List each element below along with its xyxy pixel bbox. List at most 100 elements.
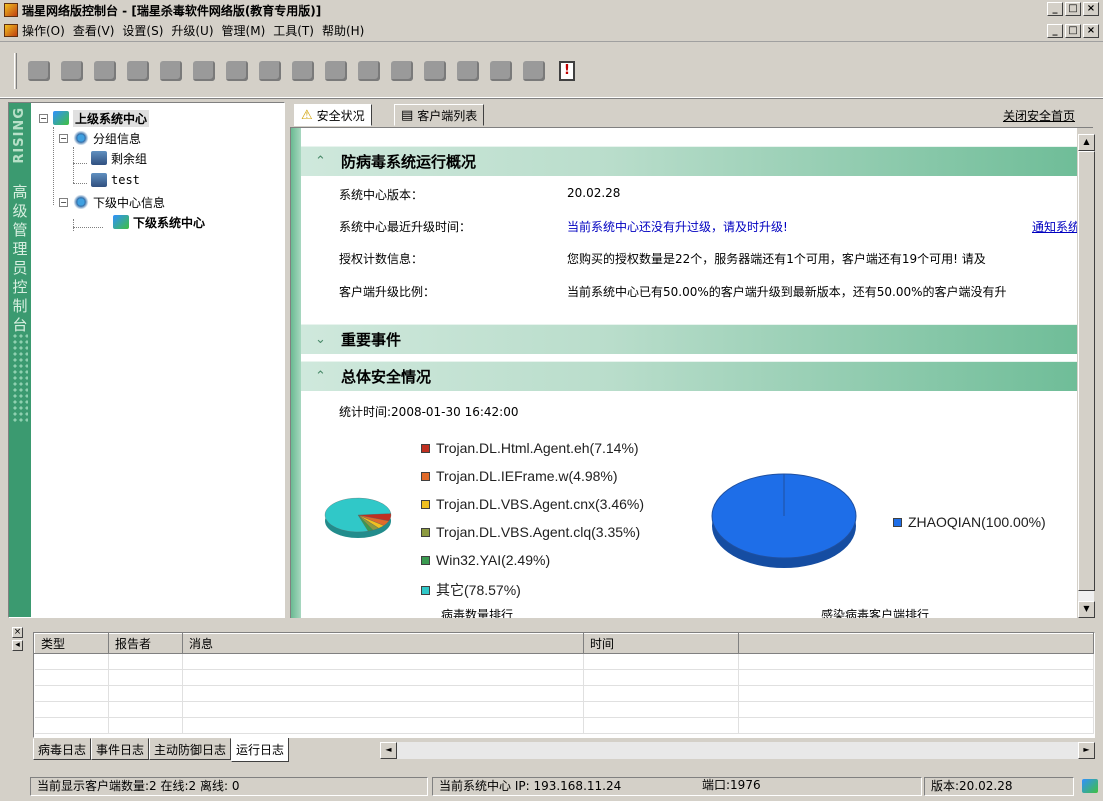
toolbar-grip[interactable] <box>14 52 17 89</box>
policy-icon[interactable] <box>289 57 317 85</box>
decor-dots <box>12 333 28 423</box>
minimize-button[interactable]: _ <box>1047 2 1063 16</box>
col-time[interactable]: 时间 <box>583 633 739 654</box>
legend-swatch <box>421 555 430 565</box>
menu-manage[interactable]: 管理(M) <box>222 22 266 39</box>
col-message[interactable]: 消息 <box>182 633 584 654</box>
menu-tools[interactable]: 工具(T) <box>273 22 314 39</box>
legend-swatch <box>421 585 430 595</box>
tree-node-sub-center[interactable]: − 下级中心信息 <box>59 193 165 211</box>
legend-label: Trojan.DL.VBS.Agent.clq(3.35%) <box>436 524 641 540</box>
content-scrollbar[interactable]: ▲ ▼ <box>1077 134 1095 618</box>
group-icon <box>73 195 89 209</box>
legend-item-5: 其它(78.57%) <box>421 580 521 600</box>
menu-view[interactable]: 查看(V) <box>73 22 115 39</box>
maximize-button[interactable]: □ <box>1065 2 1081 16</box>
legend-label: Trojan.DL.VBS.Agent.cnx(3.46%) <box>436 496 645 512</box>
tab-defense-log[interactable]: 主动防御日志 <box>149 738 232 760</box>
legend-item-1: Trojan.DL.IEFrame.w(4.98%) <box>421 468 618 484</box>
log-panel: × ◂ 类型 报告者 消息 时间 病毒日志 事件日志 主动防御日志 运行日志 ◄… <box>8 624 1095 768</box>
brand-vertical-text: 高级管理员控制台 <box>12 183 28 334</box>
legend-label: Trojan.DL.IEFrame.w(4.98%) <box>436 468 618 484</box>
tab-bar: ⚠ 安全状况 ▤ 客户端列表 关闭安全首页 <box>290 102 1093 128</box>
legend-label: Win32.YAI(2.49%) <box>436 552 551 568</box>
tree-node-test[interactable]: test <box>91 171 140 189</box>
close-home-link[interactable]: 关闭安全首页 <box>1003 107 1075 124</box>
mdi-close-button[interactable]: × <box>1083 24 1099 38</box>
scroll-up-icon[interactable]: ▲ <box>1078 134 1095 151</box>
collapse-chevron-icon[interactable]: ⌃ <box>315 154 335 169</box>
scroll-thumb[interactable] <box>1078 151 1095 591</box>
tree-node-root[interactable]: − 上级系统中心 <box>39 109 150 127</box>
legend-swatch <box>421 443 430 453</box>
virus-chart-caption: 病毒数量排行 <box>441 608 514 618</box>
legend-item-2: Trojan.DL.VBS.Agent.cnx(3.46%) <box>421 496 644 512</box>
update-icon[interactable] <box>454 57 482 85</box>
log-pin-icon[interactable]: ◂ <box>12 640 23 651</box>
window-title: 瑞星网络版控制台 - [瑞星杀毒软件网络版(教育专用版)] <box>22 3 322 18</box>
alert-icon[interactable]: ! <box>553 57 581 85</box>
scroll-left-icon[interactable]: ◄ <box>380 742 397 759</box>
tray-status-icon[interactable] <box>1082 779 1098 793</box>
menu-settings[interactable]: 设置(S) <box>122 22 163 39</box>
collapse-chevron-icon[interactable]: ⌃ <box>315 369 335 384</box>
computer-icon <box>91 173 107 187</box>
tab-virus-log[interactable]: 病毒日志 <box>33 738 92 760</box>
virus-pie-chart <box>324 497 392 538</box>
scroll-down-icon[interactable]: ▼ <box>1078 601 1095 618</box>
tree-node-group[interactable]: − 分组信息 <box>59 129 141 147</box>
tab-run-log[interactable]: 运行日志 <box>231 738 290 762</box>
notify-system-link[interactable]: 通知系统 <box>1032 218 1077 235</box>
legend-item-0: Trojan.DL.Html.Agent.eh(7.14%) <box>421 440 639 456</box>
table-row <box>34 701 1094 718</box>
tab-event-log[interactable]: 事件日志 <box>91 738 150 760</box>
log-close-icon[interactable]: × <box>12 627 23 638</box>
overview-section-header[interactable]: ⌃ 防病毒系统运行概况 <box>301 146 1077 176</box>
schedule-icon[interactable] <box>91 57 119 85</box>
log-icon[interactable] <box>355 57 383 85</box>
brand-strip: RISING 高级管理员控制台 <box>9 103 31 617</box>
collapse-icon[interactable]: − <box>59 197 68 207</box>
client-icon[interactable] <box>223 57 251 85</box>
remote-icon[interactable] <box>157 57 185 85</box>
stop-icon[interactable] <box>58 57 86 85</box>
remote2-icon[interactable] <box>190 57 218 85</box>
collapse-icon[interactable]: − <box>39 113 48 123</box>
mdi-minimize-button[interactable]: _ <box>1047 24 1063 38</box>
collapse-icon[interactable]: − <box>59 133 68 143</box>
events-section-header[interactable]: ⌄ 重要事件 <box>301 324 1077 354</box>
warning-icon: ⚠ <box>301 107 313 123</box>
deploy-icon[interactable] <box>322 57 350 85</box>
tree-node-child-center[interactable]: 下级系统中心 <box>113 213 205 231</box>
col-type[interactable]: 类型 <box>34 633 109 654</box>
legend-item-4: Win32.YAI(2.49%) <box>421 552 550 568</box>
menu-help[interactable]: 帮助(H) <box>322 22 364 39</box>
log-hscroll[interactable]: ◄ ► <box>380 742 1095 759</box>
tab-security[interactable]: ⚠ 安全状况 <box>294 104 372 126</box>
tab-clients[interactable]: ▤ 客户端列表 <box>394 104 485 126</box>
overall-section-header[interactable]: ⌃ 总体安全情况 <box>301 361 1077 391</box>
refresh-icon[interactable] <box>421 57 449 85</box>
close-button[interactable]: × <box>1083 2 1099 16</box>
tree-panel: RISING 高级管理员控制台 − 上级系统中心 − 分组信息 剩余组 test… <box>8 102 285 618</box>
status-version: 版本:20.02.28 <box>924 777 1074 796</box>
tree-node-remaining-group[interactable]: 剩余组 <box>91 149 147 167</box>
export-icon[interactable] <box>520 57 548 85</box>
expand-chevron-icon[interactable]: ⌄ <box>315 332 335 347</box>
menu-upgrade[interactable]: 升级(U) <box>171 22 213 39</box>
system-center-icon <box>113 215 129 229</box>
client-pie-chart <box>711 473 857 568</box>
mdi-restore-button[interactable]: □ <box>1065 24 1081 38</box>
chart-icon[interactable] <box>124 57 152 85</box>
report-icon[interactable] <box>388 57 416 85</box>
scroll-right-icon[interactable]: ► <box>1078 742 1095 759</box>
menu-operate[interactable]: 操作(O) <box>22 22 65 39</box>
mdi-doc-icon[interactable] <box>4 24 18 37</box>
network-icon[interactable] <box>256 57 284 85</box>
col-reporter[interactable]: 报告者 <box>108 633 183 654</box>
scan-icon[interactable] <box>25 57 53 85</box>
stat-time: 统计时间:2008-01-30 16:42:00 <box>339 405 519 419</box>
legend-swatch <box>421 527 430 537</box>
col-extra[interactable] <box>738 633 1094 654</box>
user-icon[interactable] <box>487 57 515 85</box>
